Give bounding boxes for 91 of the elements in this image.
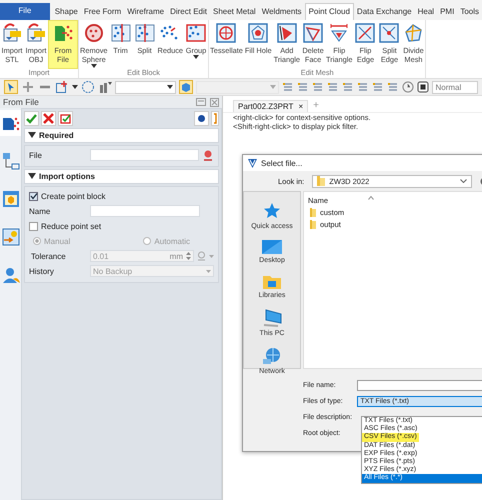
- list-icon[interactable]: [297, 81, 310, 93]
- list-icon[interactable]: [282, 81, 294, 93]
- dialog-title: Select file...: [261, 158, 302, 168]
- list-icon[interactable]: [342, 81, 354, 93]
- window-icon[interactable]: [0, 189, 20, 209]
- check-box-icon[interactable]: [58, 111, 73, 126]
- star-icon: [263, 202, 281, 220]
- pick-icon[interactable]: [202, 149, 214, 161]
- list-icon[interactable]: [312, 81, 324, 93]
- panel-title: From File: [3, 97, 40, 107]
- close-icon[interactable]: [210, 98, 219, 106]
- desktop-icon: [262, 240, 282, 254]
- file-import-icon: [1, 22, 23, 44]
- folder-icon: [310, 208, 316, 217]
- mesh-icon: [378, 22, 400, 44]
- checkbox-label: Create point block: [41, 192, 106, 200]
- filter-icon[interactable]: [98, 80, 112, 94]
- field-label: File: [29, 150, 43, 160]
- mesh-icon: [302, 22, 324, 44]
- ribbon-tab[interactable]: Direct Edit: [167, 3, 210, 20]
- ribbon-tab[interactable]: File: [0, 3, 50, 20]
- field-label: Name: [29, 206, 52, 216]
- point-cloud-icon: [185, 22, 208, 44]
- view-mode-field[interactable]: Normal: [432, 80, 478, 94]
- section-title: Required: [39, 131, 74, 140]
- checkbox[interactable]: [29, 222, 38, 230]
- plus-box-icon[interactable]: [55, 80, 69, 94]
- app-logo-icon: [247, 158, 258, 168]
- section-title: Import options: [39, 172, 95, 181]
- dropdown-field[interactable]: [196, 80, 280, 94]
- info-icon[interactable]: [194, 111, 209, 126]
- pick-icon[interactable]: [197, 251, 206, 261]
- field-label: History: [29, 266, 55, 276]
- caret-icon: [270, 85, 276, 89]
- list-icon[interactable]: [387, 81, 400, 93]
- sort-icon: [368, 196, 374, 200]
- ribbon-tab[interactable]: Wireframe: [124, 3, 168, 20]
- ribbon-tab[interactable]: PMI: [437, 3, 458, 20]
- image-icon[interactable]: [0, 227, 20, 247]
- mesh-icon: [276, 22, 298, 44]
- close-icon[interactable]: [41, 111, 56, 126]
- list-icon[interactable]: [372, 81, 384, 93]
- ribbon-tab[interactable]: Data Exchange: [354, 3, 415, 20]
- mesh-icon: [328, 22, 350, 44]
- caret-icon[interactable]: [72, 85, 78, 89]
- radio-label: Manual: [44, 236, 70, 246]
- ribbon-tab[interactable]: Sheet Metal: [210, 3, 259, 20]
- hierarchy-icon[interactable]: [0, 151, 20, 171]
- cursor-icon[interactable]: [4, 80, 18, 94]
- crosshair-icon[interactable]: [21, 80, 35, 94]
- stop-icon[interactable]: [417, 81, 430, 93]
- ribbon-tab[interactable]: Tools: [457, 3, 482, 20]
- folder-icon: [317, 176, 326, 186]
- section-header[interactable]: Import options: [24, 169, 219, 184]
- point-cloud-icon: [110, 22, 132, 44]
- point-cloud-icon: [134, 22, 156, 44]
- close-button[interactable]: ×: [298, 102, 304, 110]
- checkmark-icon: [30, 192, 38, 200]
- list-icon[interactable]: [327, 81, 340, 93]
- chevron-icon: [460, 179, 468, 183]
- mesh-icon: [215, 22, 238, 44]
- radio-label: Automatic: [154, 236, 190, 246]
- unit-label: mm: [170, 252, 183, 260]
- checkbox-label: Reduce point set: [41, 222, 102, 230]
- user-icon[interactable]: [0, 265, 20, 285]
- ribbon-tab[interactable]: Weldments: [258, 3, 305, 20]
- ribbon-tab[interactable]: Heal: [414, 3, 438, 20]
- restore-icon[interactable]: [196, 98, 206, 106]
- document-tab[interactable]: Part002.Z3PRT ×: [233, 100, 308, 112]
- dropdown-field[interactable]: [115, 80, 176, 94]
- mesh-icon: [354, 22, 376, 44]
- ribbon-tab[interactable]: Free Form: [80, 3, 124, 20]
- folder-icon: [310, 220, 316, 229]
- cube-icon[interactable]: [179, 80, 194, 94]
- checkmark-icon[interactable]: [24, 111, 39, 126]
- mesh-icon: [247, 22, 270, 44]
- checkbox[interactable]: [29, 192, 38, 200]
- ribbon-tab[interactable]: Point Cloud: [304, 3, 354, 20]
- file-import-icon: [25, 22, 47, 44]
- network-icon: [263, 347, 281, 365]
- circle-icon[interactable]: [81, 80, 95, 94]
- folder-icon: [262, 274, 281, 289]
- caret-icon: [167, 85, 174, 89]
- list-icon[interactable]: [357, 81, 370, 93]
- ribbon-tab[interactable]: Shape: [52, 3, 81, 20]
- computer-icon: [262, 309, 282, 327]
- sphere-icon: [82, 22, 105, 44]
- caret-icon: [206, 270, 211, 272]
- section-header[interactable]: Required: [24, 128, 219, 143]
- input-field[interactable]: [357, 380, 482, 390]
- field-label: Tolerance: [30, 252, 67, 260]
